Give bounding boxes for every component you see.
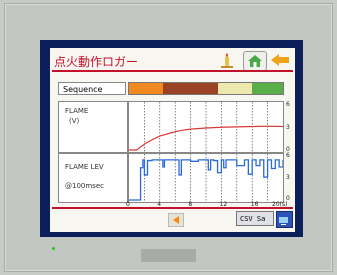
flame-plot (128, 101, 284, 153)
page-title: 点火動作ロガー (54, 55, 139, 69)
left-triangle-icon (173, 216, 179, 224)
sequence-label: Sequence (58, 82, 126, 95)
y-tick-label: 3 (286, 173, 290, 181)
y-tick-label: 3 (286, 123, 290, 131)
monitor-button[interactable] (276, 211, 293, 228)
power-led (52, 247, 55, 250)
sequence-segment (129, 83, 163, 94)
hmi-screen: 点火動作ロガー Sequence FLAME (V) FLAME LEV @10… (50, 48, 295, 232)
candle-button[interactable] (216, 51, 238, 69)
lev-plot (128, 153, 284, 203)
sequence-segment (162, 83, 219, 94)
lev-label: FLAME LEV (65, 163, 104, 171)
sequence-segment (218, 83, 253, 94)
lev-chart (129, 154, 284, 202)
lev-panel: FLAME LEV @100msec (58, 153, 128, 203)
flame-unit: (V) (69, 117, 80, 125)
csv-save-button[interactable]: CSV Sa (236, 211, 274, 226)
sequence-bar (128, 82, 284, 95)
footer-underline (52, 207, 293, 209)
y-tick-label: 6 (286, 101, 290, 108)
lev-sublabel: @100msec (65, 182, 104, 190)
candle-icon (221, 53, 233, 68)
flame-label: FLAME (65, 107, 89, 115)
back-button[interactable] (269, 51, 291, 69)
y-tick-label: 6 (286, 152, 290, 159)
flame-panel: FLAME (V) (58, 101, 128, 153)
device-key[interactable] (141, 249, 196, 262)
home-icon (248, 55, 262, 67)
prev-page-button[interactable] (168, 213, 184, 227)
flame-chart (129, 102, 284, 152)
title-underline (52, 70, 293, 72)
monitor-icon (279, 217, 288, 225)
home-button[interactable] (243, 51, 267, 71)
sequence-segment (252, 83, 283, 94)
back-arrow-icon (271, 54, 289, 66)
